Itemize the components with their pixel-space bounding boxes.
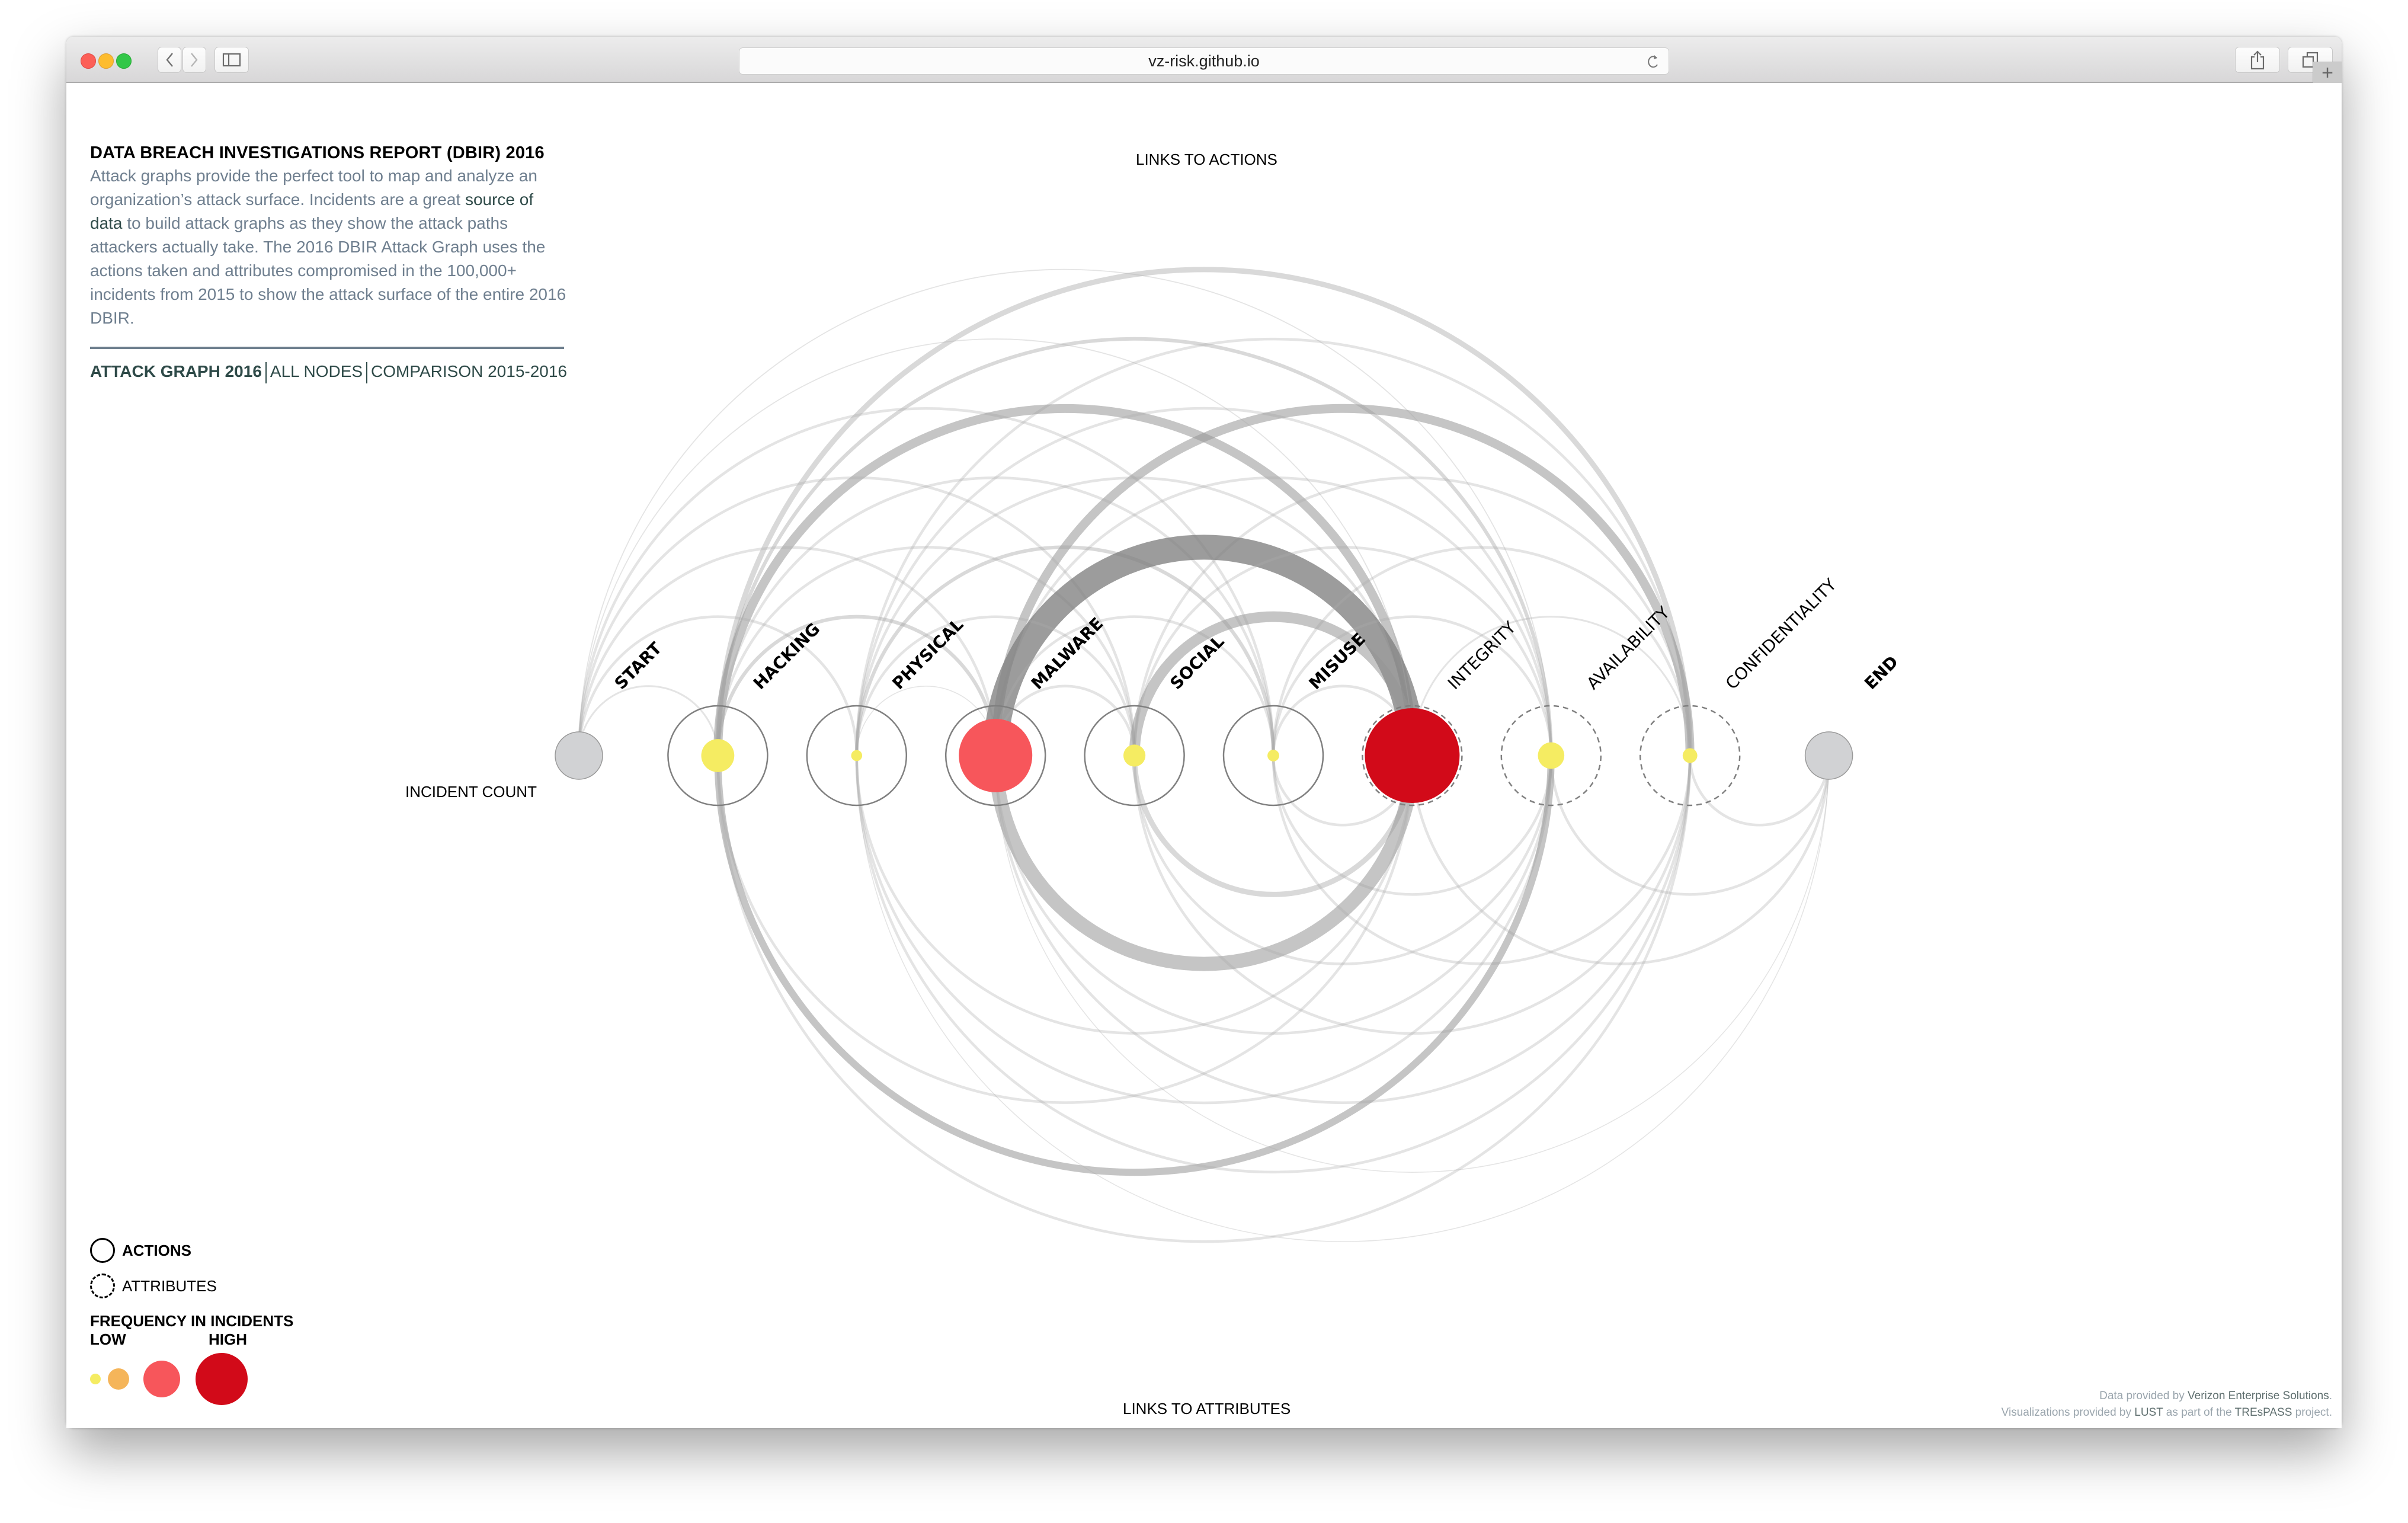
node-hacking-frequency[interactable] (701, 739, 735, 772)
attack-graph: START HACKING PHYSICAL MALWARE SOCIAL MISUSE I… (555, 267, 1902, 1243)
node-social-frequency[interactable] (1123, 744, 1146, 767)
node-start[interactable] (555, 731, 603, 780)
link-to-attribute-hacking-availability[interactable] (714, 755, 1555, 1176)
link-to-attribute-physical-availability[interactable] (855, 755, 1553, 1105)
node-confidentiality-frequency[interactable] (1682, 748, 1698, 763)
link-to-attribute-integrity-end[interactable] (1411, 755, 1830, 965)
node-malware-frequency[interactable] (959, 719, 1033, 792)
node-physical-frequency[interactable] (851, 750, 863, 762)
node-misuse-frequency[interactable] (1267, 750, 1279, 762)
node-label-end: END (1861, 652, 1902, 693)
node-end[interactable] (1804, 731, 1853, 780)
link-to-action-physical-availability[interactable] (855, 407, 1553, 756)
node-integrity-frequency[interactable] (1365, 708, 1460, 803)
link-to-action-start-misuse[interactable] (577, 407, 1275, 756)
node-label-confidentiality: CONFIDENTIALITY (1722, 574, 1841, 693)
node-availability-frequency[interactable] (1538, 742, 1565, 769)
link-to-attribute-physical-integrity[interactable] (855, 755, 1414, 1035)
link-to-attribute-malware-end[interactable] (995, 755, 1830, 1173)
node-label-start: START (611, 638, 666, 693)
